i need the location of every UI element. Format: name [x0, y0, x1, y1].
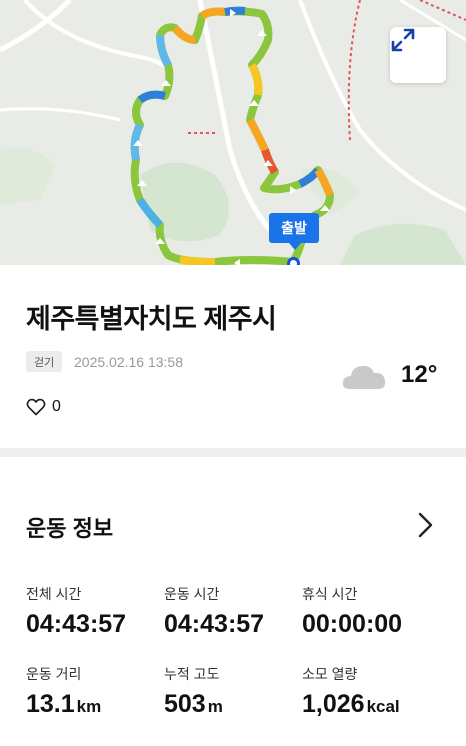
stat-value: 04:43:57	[26, 610, 127, 638]
stat-value: 1,026	[302, 690, 365, 718]
expand-arrows-icon	[391, 28, 415, 52]
stat-unit: km	[76, 697, 102, 716]
stat-distance: 운동 거리 13.1 km	[26, 664, 101, 719]
chevron-right-icon[interactable]	[416, 511, 436, 539]
like-button[interactable]: 0	[26, 398, 61, 416]
section-divider	[0, 448, 466, 457]
stat-unit: m	[207, 697, 223, 716]
stat-workout-time: 운동 시간 04:43:57	[164, 584, 264, 639]
heart-outline-icon	[26, 398, 46, 416]
stat-value: 04:43:57	[164, 610, 265, 638]
start-marker-label: 출발	[281, 220, 307, 236]
stat-value-wrap: 503 m	[164, 690, 223, 719]
activity-type-badge: 걷기	[26, 351, 63, 372]
workout-section-title: 운동 정보	[26, 516, 114, 541]
start-marker: 출발	[269, 213, 319, 250]
stat-label: 누적 고도	[164, 666, 220, 682]
stat-label: 운동 시간	[164, 586, 220, 602]
stat-label: 전체 시간	[26, 586, 82, 602]
stat-value-wrap: 1,026 kcal	[302, 690, 400, 719]
stat-elevation-gain: 누적 고도 503 m	[164, 664, 223, 719]
stat-value: 13.1	[26, 690, 75, 718]
stat-rest-time: 휴식 시간 00:00:00	[302, 584, 402, 639]
activity-info: 제주특별자치도 제주시 걷기 2025.02.16 13:58 12° 0	[0, 265, 466, 448]
cloud-icon	[342, 365, 386, 389]
stat-total-time: 전체 시간 04:43:57	[26, 584, 126, 639]
temperature: 12°	[401, 361, 438, 388]
stat-label: 소모 열량	[302, 666, 358, 682]
like-count: 0	[52, 398, 61, 415]
route-map[interactable]: 출발	[0, 0, 466, 265]
stat-value: 503	[164, 690, 206, 718]
activity-title: 제주특별자치도 제주시	[26, 304, 277, 334]
stat-label: 운동 거리	[26, 666, 82, 682]
stat-value: 00:00:00	[302, 610, 403, 638]
stat-calories: 소모 열량 1,026 kcal	[302, 664, 400, 719]
expand-map-button[interactable]	[390, 27, 446, 83]
activity-datetime: 2025.02.16 13:58	[74, 354, 183, 370]
workout-info: 운동 정보 전체 시간 04:43:57 운동 시간 04:43:57 휴식 시…	[0, 457, 466, 746]
stat-value-wrap: 13.1 km	[26, 690, 101, 719]
stat-label: 휴식 시간	[302, 586, 358, 602]
start-point	[287, 257, 300, 265]
stat-unit: kcal	[366, 697, 400, 716]
